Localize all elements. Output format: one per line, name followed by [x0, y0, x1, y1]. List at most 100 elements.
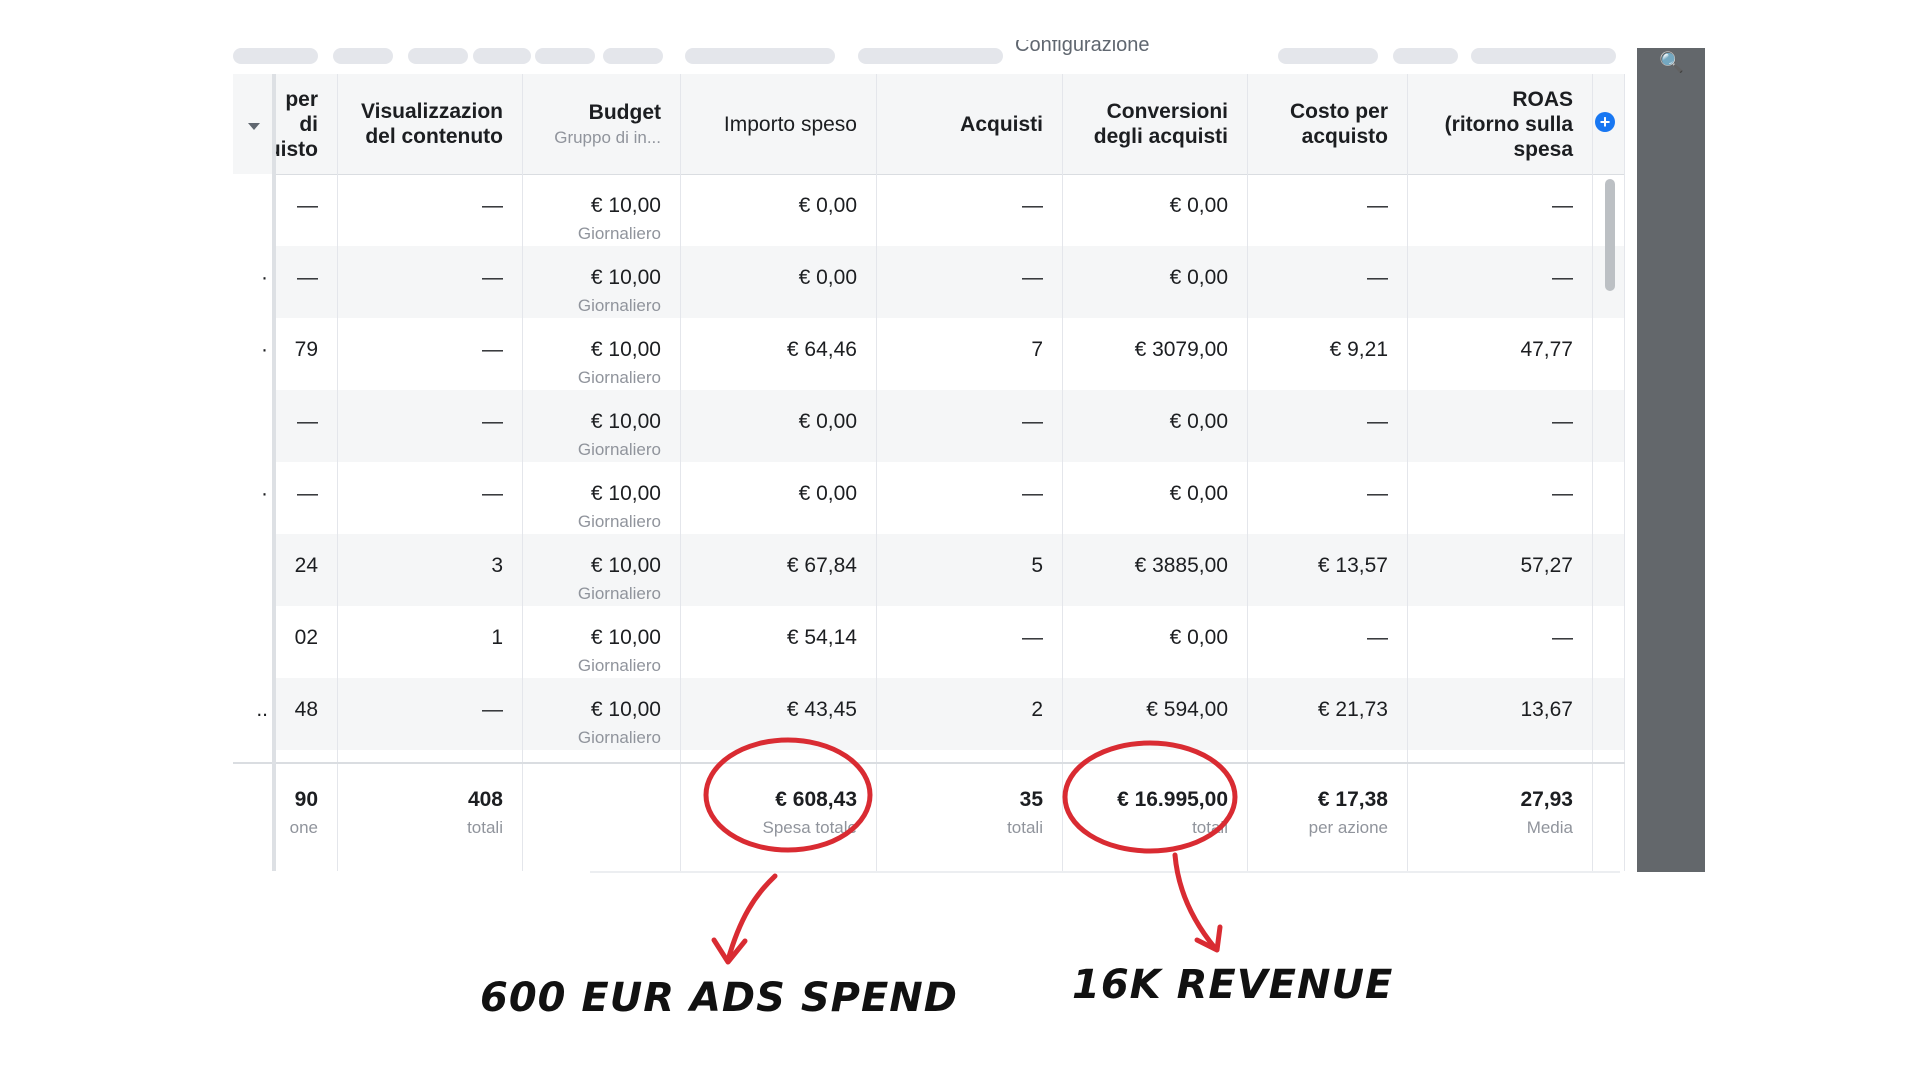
cell-spent: € 0,00 [681, 246, 877, 318]
cell-value: 79 [294, 338, 318, 361]
cell-spent: € 0,00 [681, 390, 877, 462]
cell-extra [1593, 318, 1625, 390]
cell-clip: 79 [275, 318, 338, 390]
cell-lead [233, 174, 275, 246]
toolbar-button[interactable] [233, 48, 318, 64]
cell-value: 57,27 [1520, 554, 1573, 577]
cell-roas: — [1408, 246, 1593, 318]
column-header-views[interactable]: Visualizzazion del contenuto [338, 74, 523, 174]
cell-spent: € 67,84 [681, 534, 877, 606]
budget-type: Giornaliero [577, 656, 661, 675]
cell-value: 02 [294, 626, 318, 649]
plus-icon[interactable]: + [1595, 112, 1615, 132]
ads-table: + perdiacquistoVisualizzaziondel contenu… [233, 74, 1625, 871]
table-row[interactable]: · — — € 10,00 Giornaliero € 0,00 — € 0,00 — — [233, 462, 1625, 534]
cell-conv: € 0,00 [1063, 462, 1248, 534]
cell-value: .. [256, 698, 268, 721]
cell-views: — [338, 390, 523, 462]
cell-value: € 21,73 [1317, 698, 1388, 721]
column-header-conv[interactable]: Conversioni degli acquisti [1063, 74, 1248, 174]
table-row[interactable]: — — € 10,00 Giornaliero € 0,00 — € 0,00 — — [233, 174, 1625, 246]
cell-lead [233, 606, 275, 678]
totals-row: 90 one 408 totali € 608,43 Spesa totale 35 tota… [233, 762, 1625, 871]
frozen-column-divider[interactable] [272, 74, 276, 871]
cell-value: — [1552, 266, 1573, 289]
cell-cpa: € 21,73 [1248, 678, 1408, 750]
table-row[interactable]: · 79 — € 10,00 Giornaliero € 64,46 7 € 3079,00 €… [233, 318, 1625, 390]
table-row[interactable]: — — € 10,00 Giornaliero € 0,00 — € 0,00 — — [233, 390, 1625, 462]
cell-value: € 10,00 [590, 338, 661, 361]
total-value: € 16.995,00 [1117, 788, 1228, 811]
cell-extra [1593, 678, 1625, 750]
caret-down-icon[interactable] [248, 123, 260, 130]
cell-value: € 10,00 [590, 554, 661, 577]
total-sublabel: Spesa totale [762, 818, 857, 837]
toolbar-button[interactable] [473, 48, 531, 64]
cell-spent: € 0,00 [681, 174, 877, 246]
toolbar-button[interactable] [1393, 48, 1458, 64]
cell-value: — [482, 194, 503, 217]
column-header-label: Visualizzazion [361, 100, 503, 123]
toolbar-button[interactable] [535, 48, 595, 64]
cell-value: 5 [1031, 554, 1043, 577]
column-header-purchases[interactable]: Acquisti [877, 74, 1063, 174]
cell-value: 13,67 [1520, 698, 1573, 721]
table-bottom-rule [590, 871, 1620, 873]
toolbar-button[interactable] [603, 48, 663, 64]
toolbar-button[interactable] [858, 48, 1003, 64]
toolbar-button[interactable] [1471, 48, 1616, 64]
cell-value: — [482, 266, 503, 289]
budget-type: Giornaliero [577, 728, 661, 747]
column-header-label: acquisto [275, 137, 318, 161]
column-header-label: ROAS [1512, 87, 1573, 111]
cell-value: € 0,00 [798, 194, 857, 217]
zoom-icon[interactable]: 🔍 [1659, 50, 1684, 75]
cell-cpa: — [1248, 390, 1408, 462]
total-extra [1593, 764, 1625, 871]
total-purchases: 35 totali [877, 764, 1063, 871]
cell-lead: · [233, 462, 275, 534]
cell-views: 3 [338, 534, 523, 606]
cell-value: € 13,57 [1317, 554, 1388, 577]
cell-value: € 43,45 [786, 698, 857, 721]
revenue-arrowhead [1194, 924, 1223, 953]
column-header-cpa[interactable]: Costo per acquisto [1248, 74, 1408, 174]
toolbar-button[interactable] [408, 48, 468, 64]
cell-conv: € 0,00 [1063, 246, 1248, 318]
cell-value: — [1367, 194, 1388, 217]
cell-roas: — [1408, 462, 1593, 534]
column-header-budget[interactable]: Budget Gruppo di in... [523, 74, 681, 174]
cell-value: 3 [491, 554, 503, 577]
cell-roas: 13,67 [1408, 678, 1593, 750]
cell-value: € 10,00 [590, 194, 661, 217]
cell-value: — [482, 338, 503, 361]
cell-value: — [1367, 482, 1388, 505]
cell-purchases: — [877, 390, 1063, 462]
cell-views: — [338, 678, 523, 750]
cell-purchases: 5 [877, 534, 1063, 606]
toolbar-button[interactable] [333, 48, 393, 64]
column-header-spent[interactable]: Importo speso [681, 74, 877, 174]
toolbar-button[interactable] [685, 48, 835, 64]
table-row[interactable]: 02 1 € 10,00 Giornaliero € 54,14 — € 0,00 — — [233, 606, 1625, 678]
toolbar-button[interactable] [1278, 48, 1378, 64]
cell-conv: € 3885,00 [1063, 534, 1248, 606]
total-value: € 17,38 [1317, 788, 1388, 811]
cell-views: — [338, 174, 523, 246]
column-header-roas[interactable]: ROAS (ritorno sulla spesa [1408, 74, 1593, 174]
cell-lead: · [233, 318, 275, 390]
column-header-clip[interactable]: perdiacquisto [275, 74, 338, 174]
table-row[interactable]: 24 3 € 10,00 Giornaliero € 67,84 5 € 3885,00 € … [233, 534, 1625, 606]
vertical-scrollbar[interactable] [1605, 179, 1615, 291]
cell-value: — [297, 266, 318, 289]
cell-value: € 0,00 [798, 410, 857, 433]
table-row[interactable]: · — — € 10,00 Giornaliero € 0,00 — € 0,00 — — [233, 246, 1625, 318]
total-cpa: € 17,38 per azione [1248, 764, 1408, 871]
config-label[interactable]: Configurazione [1015, 40, 1150, 57]
cell-spent: € 64,46 [681, 318, 877, 390]
cell-cpa: € 9,21 [1248, 318, 1408, 390]
cell-value: € 67,84 [786, 554, 857, 577]
cell-value: — [297, 410, 318, 433]
table-row[interactable]: .. 48 — € 10,00 Giornaliero € 43,45 2 € 594,00 €… [233, 678, 1625, 750]
cell-value: € 10,00 [590, 266, 661, 289]
